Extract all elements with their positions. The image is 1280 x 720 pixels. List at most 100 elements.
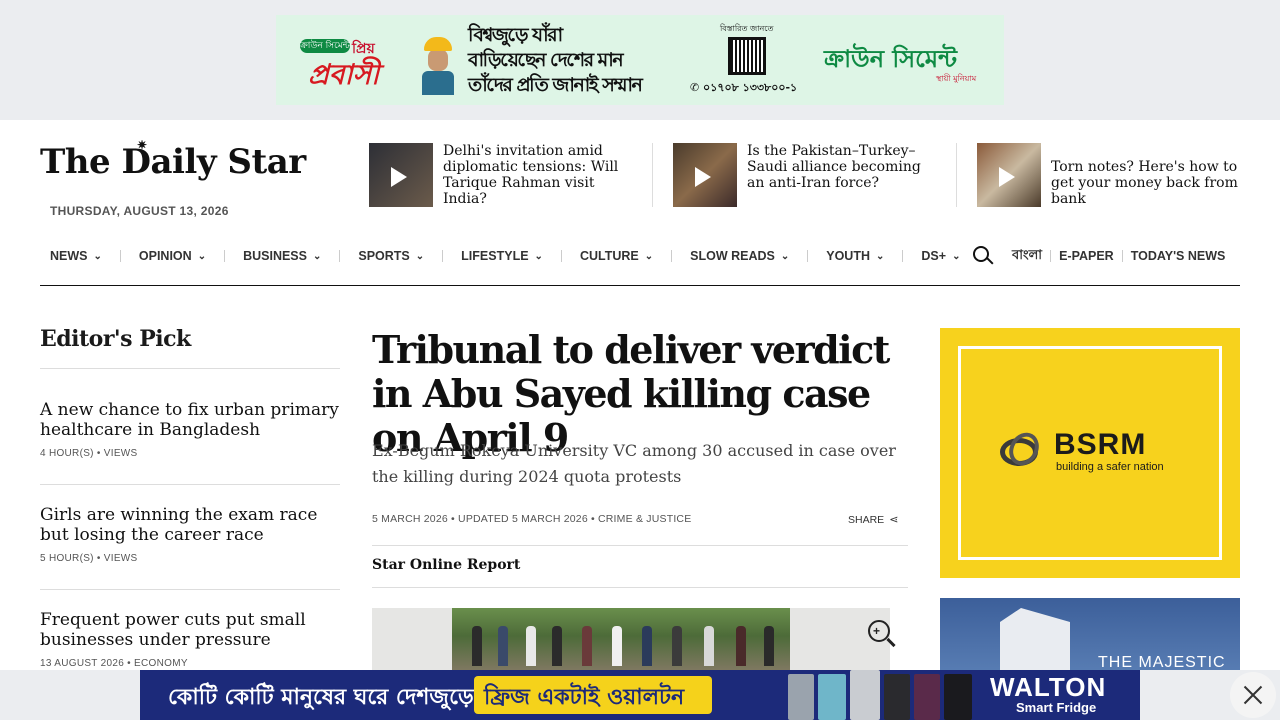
chevron-down-icon: ⌄ <box>952 250 961 262</box>
zoom-icon[interactable]: + <box>868 620 898 650</box>
chevron-down-icon: ⌄ <box>534 250 543 262</box>
nav-item-slow-reads[interactable]: SLOW READS ⌄ <box>680 236 799 276</box>
bsrm-logo-icon <box>1000 427 1045 472</box>
nav-label: SLOW READS <box>690 249 775 263</box>
editors-pick-item[interactable]: Girls are winning the exam race but losi… <box>40 505 340 564</box>
divider <box>442 250 444 262</box>
nav-label: DS+ <box>921 249 947 263</box>
share-label: SHARE <box>848 513 885 526</box>
ad-phone: ✆ ০১৭০৮ ১৩৩৮০০-১ <box>690 81 798 94</box>
qr-label: বিস্তারিত জানতে <box>720 24 774 33</box>
share-button[interactable]: SHARE ⋖ <box>848 513 899 527</box>
walton-logo: WALTON <box>990 672 1107 702</box>
play-icon <box>999 167 1015 187</box>
divider <box>807 250 809 262</box>
worker-illustration <box>420 33 456 95</box>
chevron-down-icon: ⌄ <box>780 250 790 262</box>
nav-item-news[interactable]: NEWS ⌄ <box>40 236 112 276</box>
nav-item-ds-plus[interactable]: DS+ ⌄ <box>911 236 970 276</box>
top-story-title[interactable]: Torn notes? Here's how to get your money… <box>1051 159 1251 207</box>
nav-item-sports[interactable]: SPORTS ⌄ <box>348 236 434 276</box>
walton-product: Smart Fridge <box>1016 700 1097 715</box>
article-meta: 5 MARCH 2026 • UPDATED 5 MARCH 2026 • CR… <box>372 513 692 525</box>
nav-label: LIFESTYLE <box>461 249 529 263</box>
fridge-image <box>884 674 910 720</box>
nav-item-youth[interactable]: YOUTH ⌄ <box>816 236 894 276</box>
fridge-image <box>850 670 880 720</box>
nav-item-lifestyle[interactable]: LIFESTYLE ⌄ <box>451 236 553 276</box>
ad-brand-pill: ক্রাউন সিমেন্ট প্রিয় প্রবাসী <box>300 35 420 91</box>
top-story-title[interactable]: Delhi's invitation amid diplomatic tensi… <box>443 143 631 207</box>
divider <box>652 143 653 207</box>
divider <box>40 589 340 590</box>
bsrm-brand: BSRM <box>1054 428 1147 461</box>
bottom-ad-text-1: কোটি কোটি মানুষের ঘরে দেশজুড়ে <box>168 685 474 710</box>
ad-pill-small: ক্রাউন সিমেন্ট <box>300 39 350 53</box>
divider <box>40 484 340 485</box>
divider <box>671 250 673 262</box>
top-story-thumbnail[interactable] <box>673 143 737 207</box>
todays-news-link[interactable]: TODAY'S NEWS <box>1123 249 1234 263</box>
ad-brand-sub: স্থায়ী মুনিয়াম <box>936 74 977 83</box>
nav-label: CULTURE <box>579 249 639 263</box>
majestic-ad[interactable]: THE MAJESTIC <box>940 598 1240 678</box>
article-photo <box>452 608 790 678</box>
divider <box>224 250 226 262</box>
bangla-link[interactable]: বাংলা <box>1012 246 1050 267</box>
editors-pick-meta: 4 HOUR(S) • VIEWS <box>40 448 138 459</box>
play-icon <box>695 167 711 187</box>
divider <box>372 587 908 588</box>
epaper-link[interactable]: E-PAPER <box>1051 249 1122 263</box>
crown-cement-banner-ad[interactable]: ক্রাউন সিমেন্ট প্রিয় প্রবাসী বিশ্বজুড়ে… <box>276 15 1004 105</box>
top-ad-container: ক্রাউন সিমেন্ট প্রিয় প্রবাসী বিশ্বজুড়ে… <box>0 0 1280 120</box>
divider <box>119 250 121 262</box>
editors-pick-item[interactable]: Frequent power cuts put small businesses… <box>40 610 340 669</box>
top-stories: Delhi's invitation amid diplomatic tensi… <box>369 143 1269 207</box>
top-story-card[interactable]: Delhi's invitation amid diplomatic tensi… <box>369 143 653 207</box>
bsrm-ad[interactable]: BSRM building a safer nation <box>940 328 1240 578</box>
nav-label: SPORTS <box>358 249 410 263</box>
editors-pick-item[interactable]: A new chance to fix urban primary health… <box>40 400 340 459</box>
editors-pick-meta: 13 AUGUST 2026 • ECONOMY <box>40 658 188 669</box>
header-date: THURSDAY, AUGUST 13, 2026 <box>50 204 229 218</box>
divider <box>902 250 904 262</box>
walton-bottom-ad[interactable]: কোটি কোটি মানুষের ঘরে দেশজুড়ে ফ্রিজ একট… <box>140 670 1140 720</box>
close-ad-button[interactable] <box>1230 672 1276 718</box>
chevron-down-icon: ⌄ <box>312 250 322 262</box>
divider <box>560 250 562 262</box>
divider <box>956 143 957 207</box>
nav-label: NEWS <box>50 249 88 263</box>
qr-code-icon <box>728 37 766 75</box>
fridge-image <box>944 674 972 720</box>
share-icon: ⋖ <box>889 514 899 526</box>
bottom-ad-text-2: ফ্রিজ একটাই ওয়ালটন <box>484 685 685 710</box>
fridge-image <box>818 674 846 720</box>
site-logo[interactable]: The Daily Star ✷ <box>40 138 306 182</box>
top-story-card[interactable]: Torn notes? Here's how to get your money… <box>977 143 1257 207</box>
editors-pick-headline[interactable]: A new chance to fix urban primary health… <box>40 400 340 440</box>
search-icon[interactable] <box>972 245 994 267</box>
ad-phone-number: ০১৭০৮ ১৩৩৮০০-১ <box>703 81 798 94</box>
ad-headline-line: বাড়িয়েছেন দেশের মান <box>468 49 624 71</box>
editors-pick-headline[interactable]: Girls are winning the exam race but losi… <box>40 505 340 545</box>
site-logo-text: The Daily Star <box>40 142 306 182</box>
bsrm-tagline: building a safer nation <box>1056 461 1164 473</box>
article-image[interactable] <box>372 608 890 678</box>
chevron-down-icon: ⌄ <box>644 250 654 262</box>
top-story-title[interactable]: Is the Pakistan–Turkey–Saudi alliance be… <box>747 143 935 207</box>
ad-pill-main: প্রবাসী <box>308 58 380 91</box>
fridge-image <box>914 674 940 720</box>
divider <box>339 250 341 262</box>
nav-item-business[interactable]: BUSINESS ⌄ <box>233 236 331 276</box>
nav-label: YOUTH <box>826 249 870 263</box>
article-subhead: Ex-Begum Rokeya University VC among 30 a… <box>372 441 896 486</box>
play-icon <box>391 167 407 187</box>
top-story-thumbnail[interactable] <box>977 143 1041 207</box>
chevron-down-icon: ⌄ <box>93 250 102 262</box>
top-story-thumbnail[interactable] <box>369 143 433 207</box>
editors-pick-headline[interactable]: Frequent power cuts put small businesses… <box>40 610 340 650</box>
nav-item-culture[interactable]: CULTURE ⌄ <box>570 236 663 276</box>
top-story-card[interactable]: Is the Pakistan–Turkey–Saudi alliance be… <box>673 143 957 207</box>
article-author[interactable]: Star Online Report <box>372 557 520 573</box>
nav-item-opinion[interactable]: OPINION ⌄ <box>129 236 216 276</box>
